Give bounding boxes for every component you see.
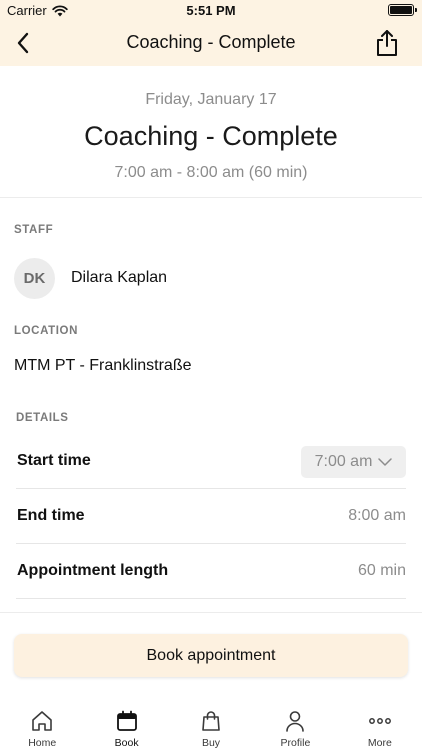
start-time-select[interactable]: 7:00 am: [301, 446, 406, 478]
location-section-label: LOCATION: [14, 325, 78, 337]
chevron-down-icon: [378, 458, 393, 466]
tab-home[interactable]: Home: [0, 700, 84, 750]
tab-more[interactable]: More: [338, 700, 422, 750]
staff-section-label: STAFF: [14, 224, 54, 236]
appointment-date: Friday, January 17: [145, 91, 277, 108]
share-icon: [377, 30, 397, 56]
tab-profile[interactable]: Profile: [253, 700, 337, 750]
start-time-value: 7:00 am: [314, 453, 373, 470]
divider: [0, 612, 422, 613]
start-time-label: Start time: [17, 452, 91, 469]
nav-title: Coaching - Complete: [126, 32, 296, 52]
tab-bar: Home Book Buy Profile More: [0, 700, 422, 750]
tab-label: Home: [28, 737, 57, 749]
status-time: 5:51 PM: [186, 3, 236, 18]
avatar: DK: [14, 257, 55, 299]
chevron-left-icon: [17, 32, 29, 54]
shopping-bag-icon: [202, 711, 220, 731]
appointment-length-label: Appointment length: [17, 562, 169, 579]
location-name: MTM PT - Franklinstraße: [14, 357, 192, 374]
calendar-icon: [116, 710, 137, 731]
share-button[interactable]: [372, 27, 402, 59]
tab-label: More: [367, 737, 392, 749]
end-time-row: End time 8:00 am: [16, 489, 406, 544]
tab-label: Profile: [280, 737, 311, 749]
home-icon: [32, 711, 53, 731]
end-time-value: 8:00 am: [348, 507, 406, 524]
back-button[interactable]: [8, 28, 38, 58]
appointment-title: Coaching - Complete: [84, 121, 338, 151]
staff-name: Dilara Kaplan: [71, 269, 168, 286]
status-bar: Carrier 5:51 PM: [0, 0, 422, 20]
staff-row: DK Dilara Kaplan: [14, 257, 167, 299]
tab-buy[interactable]: Buy: [169, 700, 253, 750]
appointment-time-range: 7:00 am - 8:00 am (60 min): [114, 164, 308, 181]
more-icon: [368, 718, 391, 724]
end-time-label: End time: [17, 507, 85, 524]
tab-label: Book: [114, 737, 139, 749]
divider: [0, 197, 422, 198]
details-section-label: DETAILS: [16, 412, 69, 424]
book-appointment-button[interactable]: Book appointment: [14, 634, 408, 677]
tab-book[interactable]: Book: [84, 700, 168, 750]
person-icon: [286, 711, 305, 732]
navigation-bar: Coaching - Complete: [0, 20, 422, 66]
start-time-row: Start time 7:00 am: [16, 434, 406, 489]
appointment-length-value: 60 min: [357, 562, 406, 579]
appointment-length-row: Appointment length 60 min: [16, 544, 406, 599]
battery-icon: [388, 4, 417, 16]
tab-label: Buy: [201, 737, 221, 749]
